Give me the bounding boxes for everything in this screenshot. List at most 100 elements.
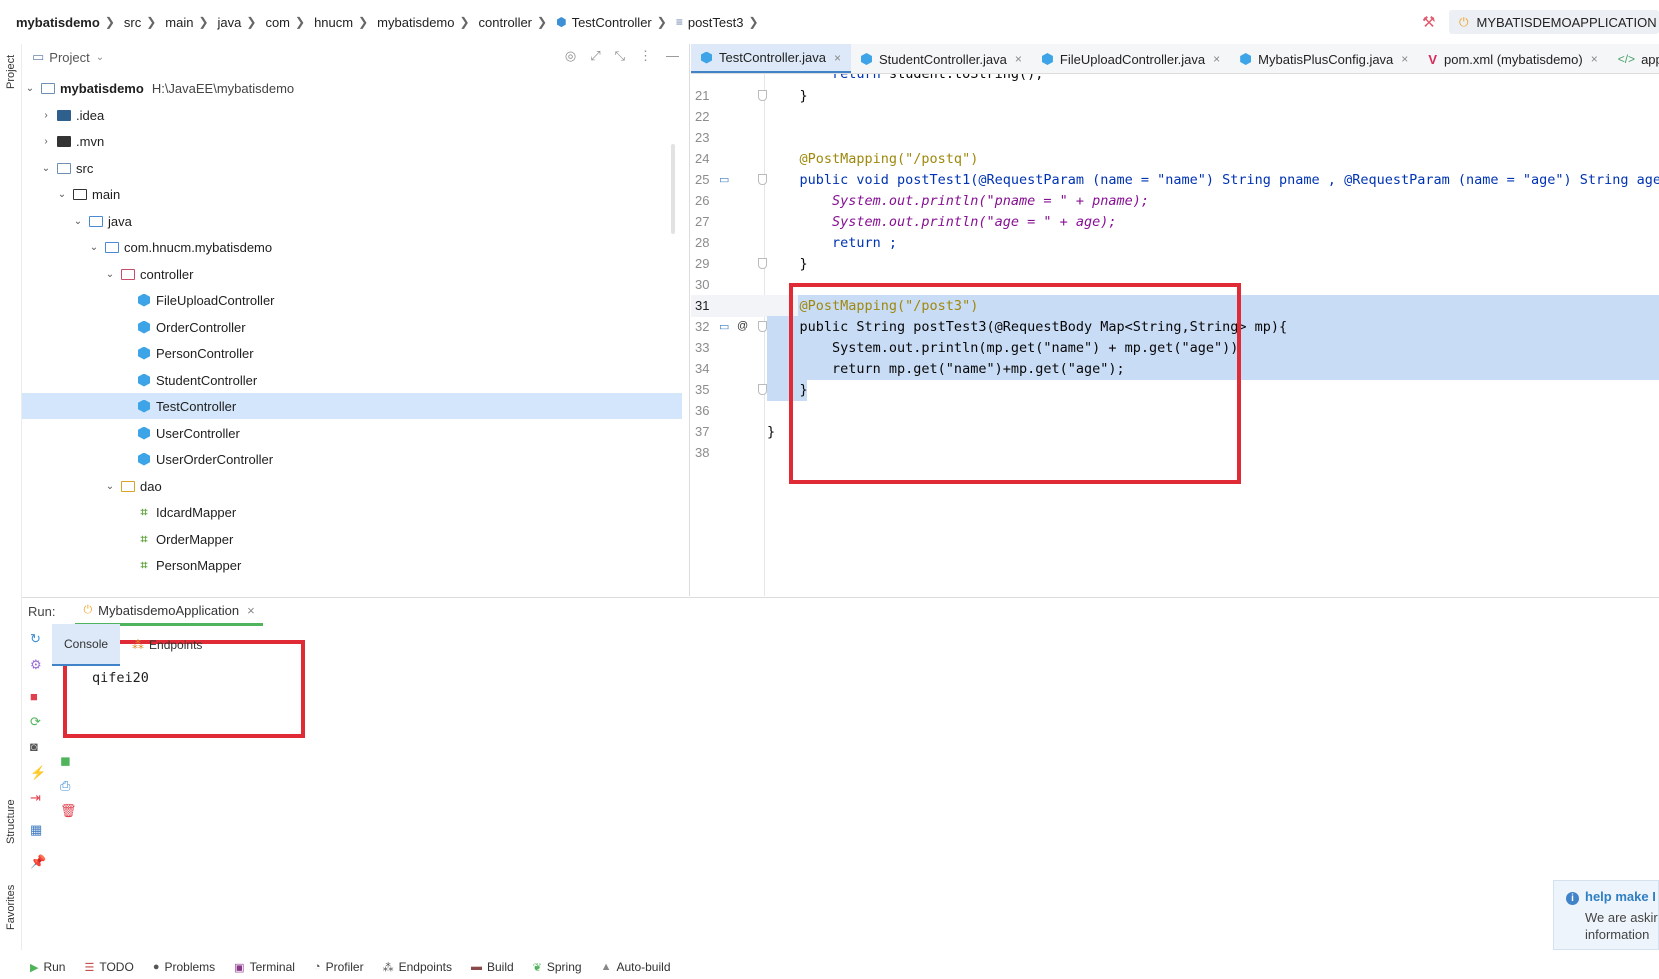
at-gutter-icon[interactable]: @ <box>737 320 748 332</box>
close-icon[interactable]: × <box>1591 52 1598 66</box>
tree-node[interactable]: › .idea <box>22 102 682 128</box>
breadcrumb-item[interactable]: java <box>218 15 242 30</box>
close-icon[interactable]: × <box>1015 52 1022 66</box>
close-icon[interactable]: × <box>834 51 841 65</box>
tree-node[interactable]: ⌄ src <box>22 155 682 181</box>
method-icon: ≡ <box>675 15 683 29</box>
tool-auto-build[interactable]: ▲ Auto-build <box>601 960 671 974</box>
close-icon[interactable]: × <box>1401 52 1408 66</box>
expand-all-icon[interactable]: ⤢ <box>590 48 600 64</box>
tab-fileuploadcontroller[interactable]: FileUploadController.java × <box>1032 44 1230 73</box>
tree-node-label: FileUploadController <box>156 292 275 308</box>
fold-marker[interactable] <box>758 384 767 395</box>
hide-icon[interactable]: — <box>666 48 679 64</box>
fold-marker[interactable] <box>758 174 767 185</box>
collapse-all-icon[interactable]: ⤡ <box>615 48 625 64</box>
exit-icon[interactable]: ⇥ <box>30 790 41 806</box>
tree-node[interactable]: ⌗ OrderMapper <box>22 526 682 552</box>
tree-node[interactable]: UserOrderController <box>22 446 682 472</box>
tree-node[interactable]: ⌄ java <box>22 208 682 234</box>
fold-marker[interactable] <box>758 321 767 332</box>
tree-node[interactable]: ⌄ controller <box>22 261 682 287</box>
build-hammer-icon[interactable]: ⚒ <box>1422 13 1435 31</box>
tab-application[interactable]: </> applic <box>1608 44 1659 73</box>
breadcrumb-item[interactable]: postTest3 <box>688 15 744 30</box>
console-output: qifei20 <box>92 670 149 686</box>
rerun-icon[interactable]: ↻ <box>30 631 41 647</box>
tool-terminal[interactable]: ▣ Terminal <box>234 960 295 974</box>
line-number: 33 <box>695 340 710 355</box>
tool-spring[interactable]: ❦ Spring <box>533 960 582 974</box>
tab-mybatisplusconfig[interactable]: MybatisPlusConfig.java × <box>1230 44 1418 73</box>
tree-node[interactable]: StudentController <box>22 367 682 393</box>
code-line: 23 <box>691 127 1659 149</box>
breadcrumb-item[interactable]: main <box>165 15 193 30</box>
run-configuration-selector[interactable]: ⏻ MYBATISDEMOAPPLICATION <box>1449 10 1659 34</box>
tree-node[interactable]: ⌄ com.hnucm.mybatisdemo <box>22 234 682 260</box>
favorites-tool-tab[interactable]: Favorites <box>0 874 22 940</box>
close-icon[interactable]: × <box>247 603 255 618</box>
endpoint-gutter-icon[interactable]: ▭ <box>719 173 729 186</box>
pin-icon[interactable]: 📌 <box>30 854 46 870</box>
plug-icon[interactable]: ⚡ <box>30 765 46 781</box>
chevron-down-icon: ⌄ <box>73 215 83 227</box>
tree-node[interactable]: ⌗ IdcardMapper <box>22 499 682 525</box>
restart-icon[interactable]: ⟳ <box>30 714 41 730</box>
tree-node[interactable]: OrderController <box>22 314 682 340</box>
structure-tool-tab[interactable]: Structure <box>0 784 22 860</box>
breadcrumb-item[interactable]: controller <box>479 15 532 30</box>
tab-pom-xml[interactable]: V pom.xml (mybatisdemo) × <box>1418 44 1607 73</box>
endpoint-gutter-icon[interactable]: ▭ <box>719 320 729 333</box>
tab-endpoints[interactable]: ⁂ Endpoints <box>120 638 214 652</box>
tool-build[interactable]: ▬ Build <box>471 960 514 974</box>
notification-balloon[interactable]: i help make I We are askir information <box>1553 880 1659 950</box>
line-number: 34 <box>695 361 710 376</box>
line-number: 35 <box>695 382 710 397</box>
tool-problems[interactable]: ● Problems <box>153 960 215 974</box>
fold-marker[interactable] <box>758 258 767 269</box>
tree-node[interactable]: ⌄ dao <box>22 473 682 499</box>
tree-node[interactable]: FileUploadController <box>22 287 682 313</box>
settings-icon[interactable]: ⚙ <box>30 657 42 673</box>
tab-studentcontroller[interactable]: StudentController.java × <box>851 44 1032 73</box>
class-icon: ⬢ <box>556 15 567 29</box>
tool-profiler[interactable]: ◔ Profiler <box>314 960 364 974</box>
tree-node[interactable]: PersonController <box>22 340 682 366</box>
scroll-to-end-icon[interactable]: ◼ <box>60 753 71 769</box>
breadcrumb-item[interactable]: com <box>265 15 290 30</box>
breadcrumb-item[interactable]: TestController <box>572 15 652 30</box>
fold-marker[interactable] <box>758 90 767 101</box>
breadcrumb-item[interactable]: mybatisdemo <box>377 15 454 30</box>
tree-node[interactable]: ⌗ PersonMapper <box>22 552 682 578</box>
tab-testcontroller[interactable]: TestController.java × <box>691 44 851 73</box>
tool-run[interactable]: ▶ Run <box>30 960 65 974</box>
options-icon[interactable]: ⋮ <box>639 48 652 64</box>
breadcrumb-item[interactable]: hnucm <box>314 15 353 30</box>
locate-icon[interactable]: ◎ <box>565 48 576 64</box>
tab-console[interactable]: Console <box>52 624 121 666</box>
close-icon[interactable]: × <box>1213 52 1220 66</box>
chevron-down-icon: ⌄ <box>57 188 67 200</box>
chevron-right-icon: ❯ <box>358 15 369 29</box>
stop-icon[interactable]: ■ <box>30 689 38 704</box>
tool-endpoints[interactable]: ⁂ Endpoints <box>383 960 452 974</box>
tree-node[interactable]: UserController <box>22 420 682 446</box>
endpoints-icon: ⁂ <box>132 638 145 652</box>
tree-node[interactable]: ⌄ main <box>22 181 682 207</box>
run-panel-header: Run: ⏻ MybatisdemoApplication × <box>22 597 1659 626</box>
breadcrumb-item[interactable]: src <box>124 15 141 30</box>
breadcrumb-item[interactable]: mybatisdemo <box>16 15 100 30</box>
project-tool-tab[interactable]: Project <box>0 46 22 98</box>
chevron-right-icon: › <box>44 109 48 121</box>
tool-todo[interactable]: ☰ TODO <box>84 960 133 974</box>
tree-node-selected[interactable]: TestController <box>22 393 682 419</box>
tree-node-root[interactable]: ⌄ mybatisdemo H:\JavaEE\mybatisdemo <box>22 75 682 101</box>
print-icon[interactable]: ⎙ <box>60 778 70 794</box>
layout-icon[interactable]: ▦ <box>30 822 42 838</box>
tree-node[interactable]: › .mvn <box>22 128 682 154</box>
run-tab-mybatisdemoapplication[interactable]: ⏻ MybatisdemoApplication × <box>75 598 263 626</box>
trash-icon[interactable]: 🗑 <box>60 803 77 819</box>
xml-icon: </> <box>1617 52 1636 66</box>
camera-icon[interactable]: ◙ <box>30 739 38 754</box>
notification-line: information <box>1585 927 1650 942</box>
